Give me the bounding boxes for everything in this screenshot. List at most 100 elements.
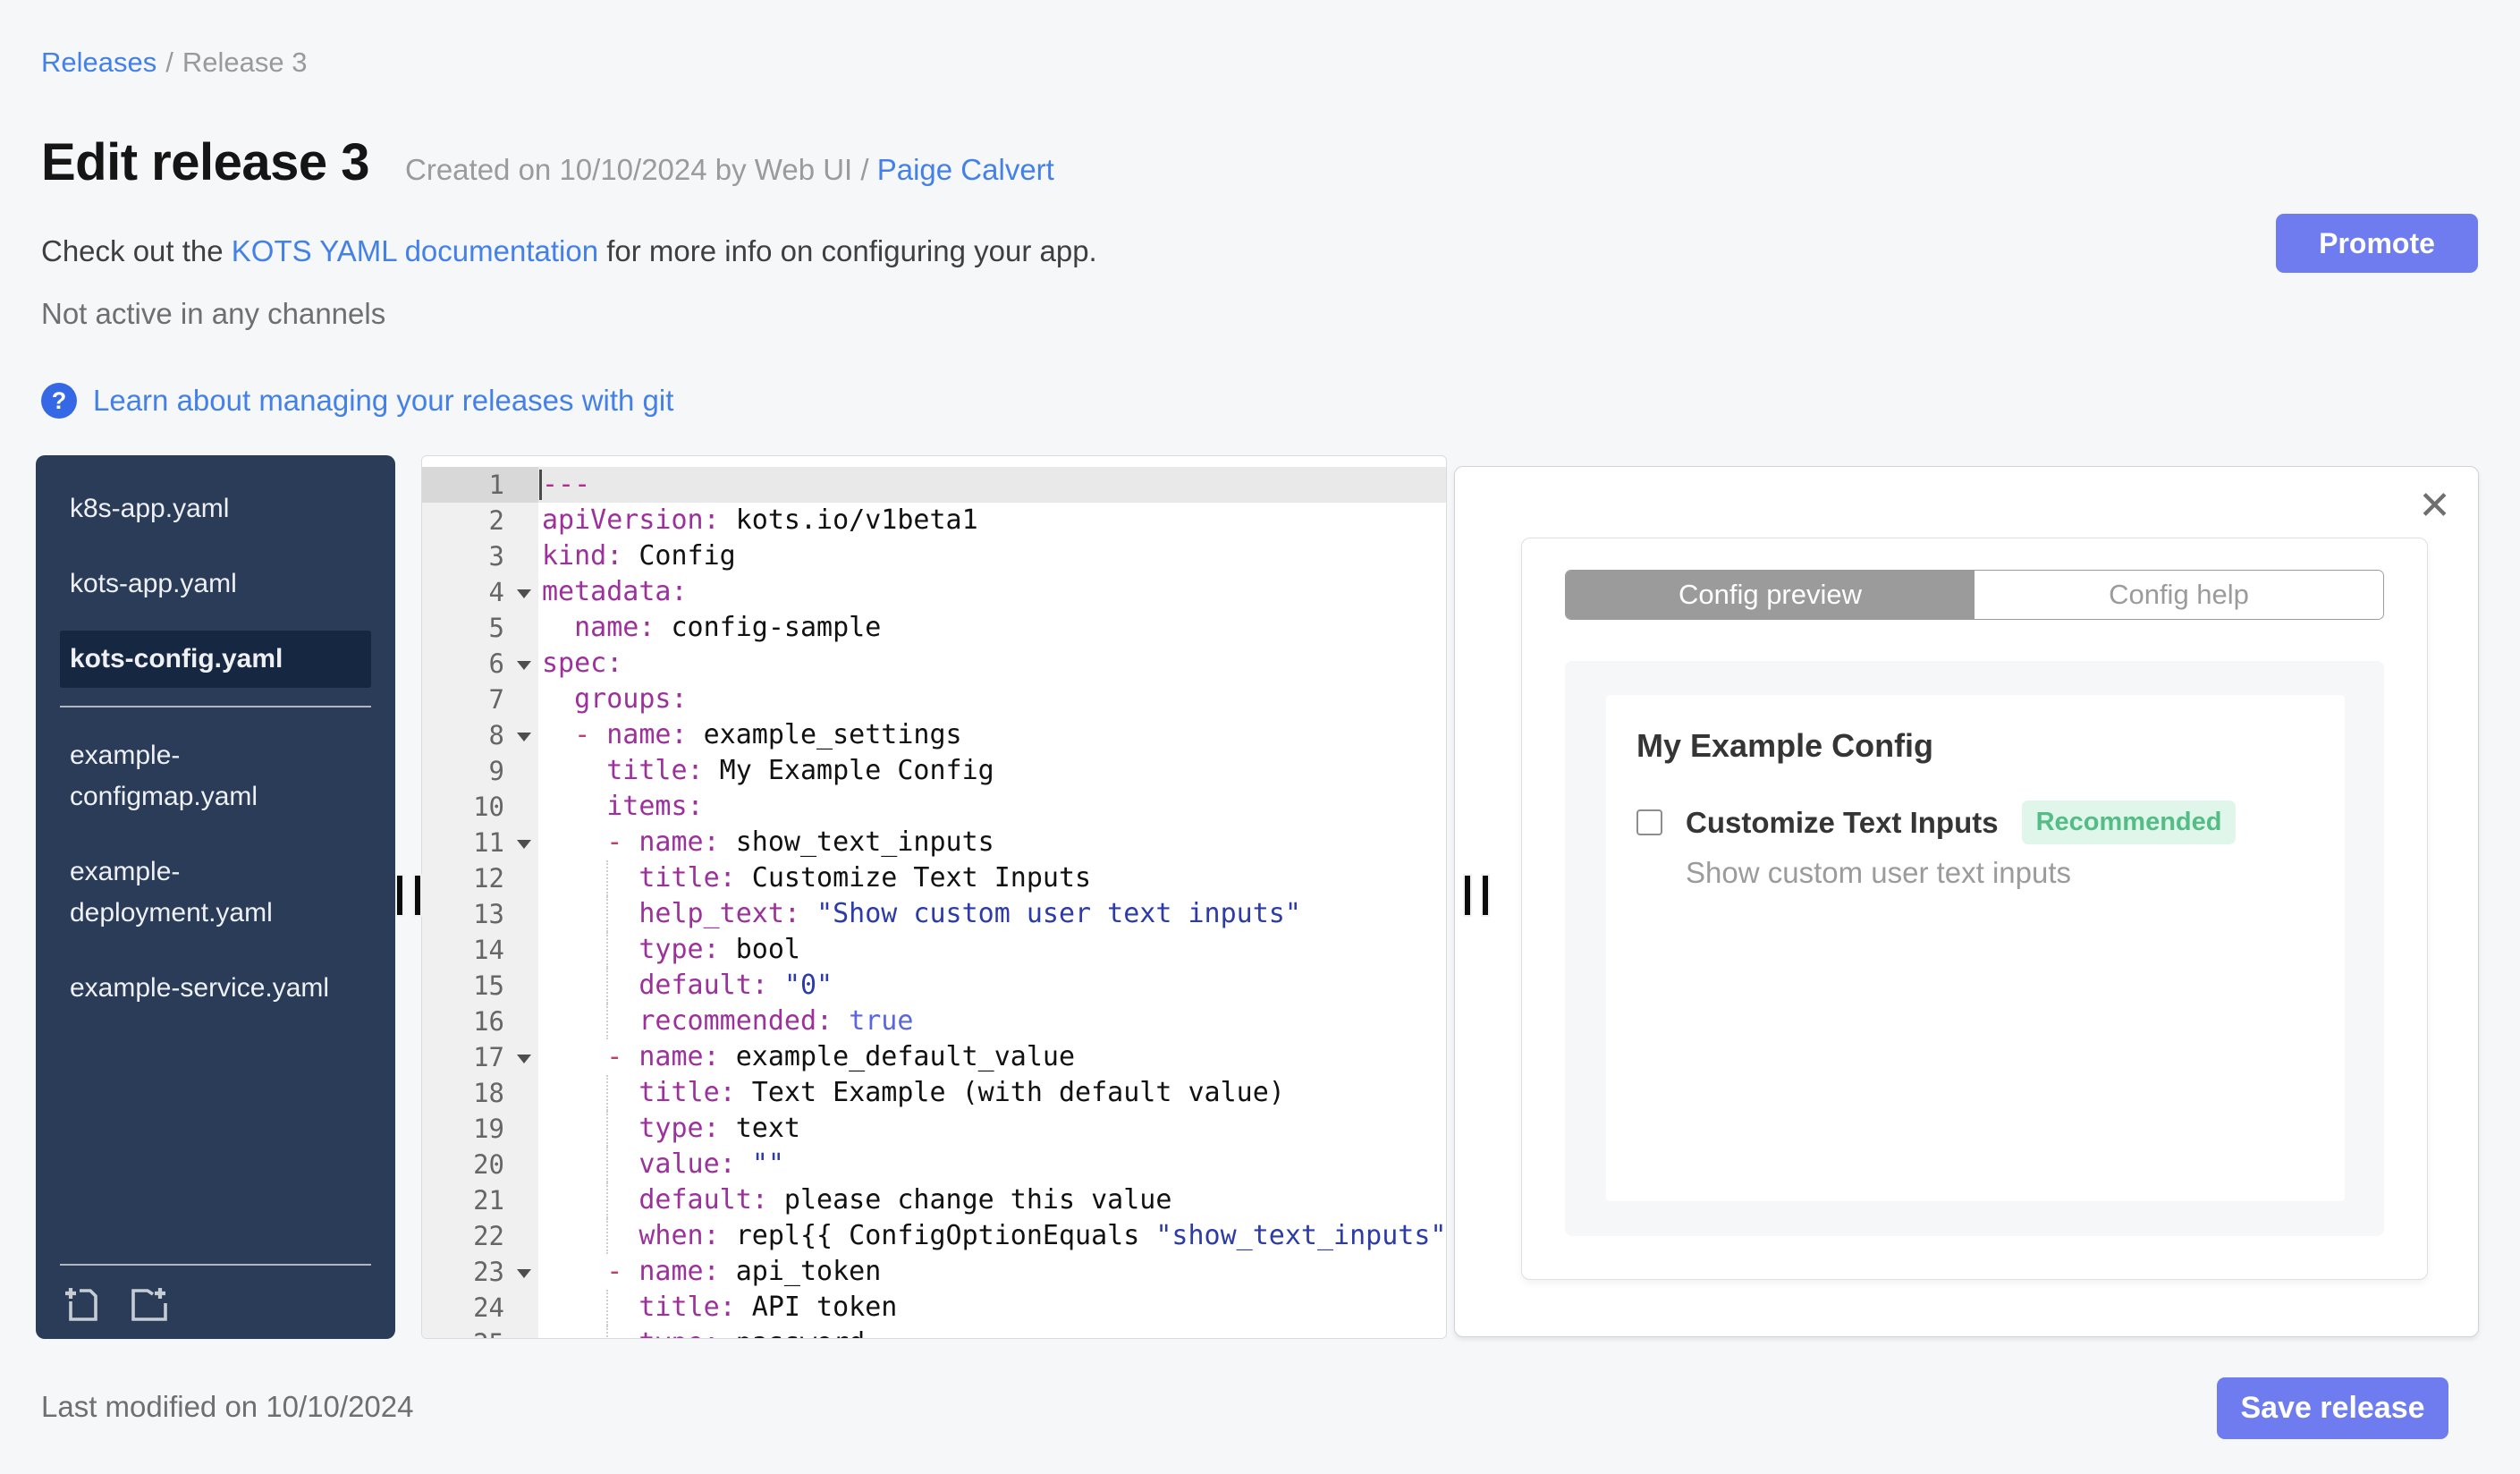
fold-toggle-icon[interactable] bbox=[517, 661, 531, 670]
code-row-11: 11 - name: show_text_inputs bbox=[422, 825, 1446, 860]
code-row-8: 8 - name: example_settings bbox=[422, 717, 1446, 753]
code-line-text[interactable]: title: Text Example (with default value) bbox=[538, 1075, 1446, 1111]
token-plain: Customize Text Inputs bbox=[735, 862, 1092, 894]
token-plain: config-sample bbox=[655, 612, 882, 643]
code-line-text[interactable]: - name: example_default_value bbox=[538, 1039, 1446, 1075]
file-item-label: example- bbox=[70, 741, 181, 770]
line-number: 10 bbox=[422, 789, 538, 825]
code-line-text[interactable]: --- bbox=[538, 467, 1446, 503]
code-line-text[interactable]: default: "0" bbox=[538, 968, 1446, 1004]
code-row-4: 4 metadata: bbox=[422, 574, 1446, 610]
yaml-code-editor[interactable]: 1 --- 2 apiVersion: kots.io/v1beta1 3 kind: C… bbox=[421, 455, 1447, 1339]
file-item-example-deployment.yaml[interactable]: example-deployment.yaml bbox=[60, 843, 371, 942]
code-line-text[interactable]: - name: example_settings bbox=[538, 717, 1446, 753]
fold-toggle-icon[interactable] bbox=[517, 733, 531, 741]
customize-text-inputs-checkbox[interactable] bbox=[1636, 809, 1662, 835]
tab-config-preview[interactable]: Config preview bbox=[1566, 571, 1975, 619]
code-row-15: 15 default: "0" bbox=[422, 968, 1446, 1004]
token-key: kind: bbox=[542, 540, 623, 572]
file-item-kots-config.yaml[interactable]: kots-config.yaml bbox=[60, 631, 371, 688]
file-item-example-service.yaml[interactable]: example-service.yaml bbox=[60, 960, 371, 1017]
config-item-label: Customize Text Inputs bbox=[1686, 805, 1999, 839]
fold-toggle-icon[interactable] bbox=[517, 589, 531, 598]
indent-guide bbox=[606, 968, 608, 1004]
token-key: name: bbox=[638, 1041, 720, 1072]
breadcrumb-releases-link[interactable]: Releases bbox=[41, 47, 156, 78]
token-plain: kots.io/v1beta1 bbox=[719, 504, 978, 536]
indent-guide bbox=[606, 1111, 608, 1147]
line-number: 18 bbox=[422, 1075, 538, 1111]
resize-bar bbox=[395, 874, 404, 917]
close-icon[interactable]: ✕ bbox=[2418, 487, 2451, 526]
code-line-text[interactable]: metadata: bbox=[538, 574, 1446, 610]
code-row-12: 12 title: Customize Text Inputs bbox=[422, 860, 1446, 896]
code-row-6: 6 spec: bbox=[422, 646, 1446, 682]
code-row-10: 10 items: bbox=[422, 789, 1446, 825]
code-line-text[interactable]: spec: bbox=[538, 646, 1446, 682]
preview-resize-handle[interactable] bbox=[1463, 874, 1490, 917]
code-line-text[interactable]: title: Customize Text Inputs bbox=[538, 860, 1446, 896]
fold-toggle-icon[interactable] bbox=[517, 1269, 531, 1278]
line-number: 15 bbox=[422, 968, 538, 1004]
last-modified-text: Last modified on 10/10/2024 bbox=[41, 1390, 414, 1423]
token-doc: --- bbox=[542, 469, 591, 500]
new-file-icon[interactable] bbox=[60, 1283, 105, 1325]
token-dash: - bbox=[606, 826, 639, 858]
save-release-button[interactable]: Save release bbox=[2217, 1377, 2448, 1439]
token-key: spec: bbox=[542, 648, 623, 679]
git-releases-link[interactable]: Learn about managing your releases with … bbox=[93, 384, 673, 418]
code-line-text[interactable]: when: repl{{ ConfigOptionEquals "show_te… bbox=[538, 1218, 1446, 1254]
code-line-text[interactable]: default: please change this value bbox=[538, 1182, 1446, 1218]
code-line-text[interactable]: help_text: "Show custom user text inputs… bbox=[538, 896, 1446, 932]
code-line-text[interactable]: name: config-sample bbox=[538, 610, 1446, 646]
file-item-label: configmap.yaml bbox=[70, 782, 258, 811]
new-folder-icon[interactable] bbox=[126, 1283, 171, 1325]
channel-status: Not active in any channels bbox=[41, 297, 386, 330]
sidebar-resize-handle[interactable] bbox=[395, 874, 422, 917]
code-line-text[interactable]: type: bool bbox=[538, 932, 1446, 968]
file-item-k8s-app.yaml[interactable]: k8s-app.yaml bbox=[60, 480, 371, 538]
code-line-text[interactable]: title: My Example Config bbox=[538, 753, 1446, 789]
token-key: name: bbox=[574, 612, 655, 643]
code-line-text[interactable]: recommended: true bbox=[538, 1004, 1446, 1039]
token-key: metadata: bbox=[542, 576, 688, 607]
code-line-text[interactable]: type: password bbox=[538, 1326, 1446, 1338]
line-number: 24 bbox=[422, 1290, 538, 1326]
code-line-text[interactable]: apiVersion: kots.io/v1beta1 bbox=[538, 503, 1446, 538]
author-link[interactable]: Paige Calvert bbox=[877, 153, 1054, 186]
token-dash: - bbox=[606, 1256, 639, 1287]
token-key: default: bbox=[638, 970, 768, 1001]
config-item-help-text: Show custom user text inputs bbox=[1686, 856, 2072, 889]
token-plain: example_settings bbox=[687, 719, 962, 750]
config-preview-card: Config preview Config help My Example Con… bbox=[1521, 538, 2428, 1280]
code-line-text[interactable]: groups: bbox=[538, 682, 1446, 717]
kots-docs-link[interactable]: KOTS YAML documentation bbox=[232, 234, 598, 267]
line-number: 13 bbox=[422, 896, 538, 932]
token-key: type: bbox=[638, 1113, 720, 1144]
file-item-kots-app.yaml[interactable]: kots-app.yaml bbox=[60, 555, 371, 613]
docs-suffix: for more info on configuring your app. bbox=[598, 234, 1097, 267]
title-row: Edit release 3 Created on 10/10/2024 by … bbox=[41, 132, 1054, 192]
code-line-text[interactable]: items: bbox=[538, 789, 1446, 825]
tab-config-help[interactable]: Config help bbox=[1975, 571, 2383, 619]
config-item-row: Customize Text Inputs Recommended bbox=[1636, 801, 2237, 844]
fold-toggle-icon[interactable] bbox=[517, 840, 531, 849]
fold-toggle-icon[interactable] bbox=[517, 1055, 531, 1063]
file-item-label: k8s-app.yaml bbox=[70, 494, 230, 523]
code-line-text[interactable]: kind: Config bbox=[538, 538, 1446, 574]
code-line-text[interactable]: type: text bbox=[538, 1111, 1446, 1147]
code-line-text[interactable]: value: "" bbox=[538, 1147, 1446, 1182]
code-line-text[interactable]: - name: show_text_inputs bbox=[538, 825, 1446, 860]
code-line-text[interactable]: - name: api_token bbox=[538, 1254, 1446, 1290]
git-help-line: ? Learn about managing your releases wit… bbox=[41, 383, 673, 419]
token-key: name: bbox=[638, 826, 720, 858]
file-item-example-configmap.yaml[interactable]: example-configmap.yaml bbox=[60, 727, 371, 826]
code-line-text[interactable]: title: API token bbox=[538, 1290, 1446, 1326]
promote-button[interactable]: Promote bbox=[2276, 214, 2478, 273]
